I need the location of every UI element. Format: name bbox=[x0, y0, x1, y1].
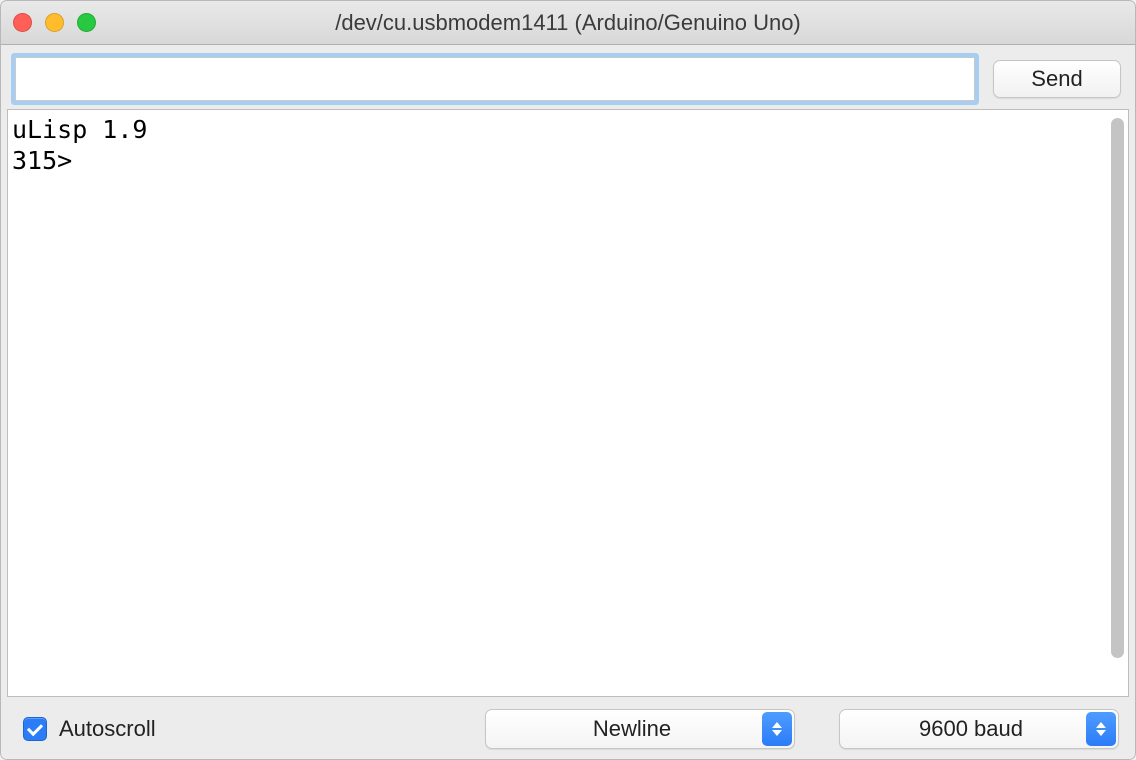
maximize-icon[interactable] bbox=[77, 13, 96, 32]
bottom-bar: Autoscroll Newline 9600 baud bbox=[1, 703, 1135, 759]
updown-arrows-icon bbox=[762, 712, 792, 746]
window-title: /dev/cu.usbmodem1411 (Arduino/Genuino Un… bbox=[1, 10, 1135, 36]
updown-arrows-icon bbox=[1086, 712, 1116, 746]
send-button[interactable]: Send bbox=[993, 60, 1121, 98]
baud-rate-select[interactable]: 9600 baud bbox=[839, 709, 1119, 749]
baud-rate-value: 9600 baud bbox=[858, 716, 1118, 742]
serial-input[interactable] bbox=[15, 57, 975, 101]
minimize-icon[interactable] bbox=[45, 13, 64, 32]
autoscroll-checkbox-wrap[interactable]: Autoscroll bbox=[23, 716, 156, 742]
input-row: Send bbox=[1, 45, 1135, 109]
serial-output-text: uLisp 1.9 315> bbox=[8, 110, 1128, 181]
line-ending-select[interactable]: Newline bbox=[485, 709, 795, 749]
close-icon[interactable] bbox=[13, 13, 32, 32]
scrollbar-thumb[interactable] bbox=[1111, 118, 1124, 658]
traffic-lights bbox=[13, 13, 96, 32]
titlebar: /dev/cu.usbmodem1411 (Arduino/Genuino Un… bbox=[1, 1, 1135, 45]
serial-output-area[interactable]: uLisp 1.9 315> bbox=[7, 109, 1129, 697]
line-ending-value: Newline bbox=[504, 716, 794, 742]
autoscroll-label: Autoscroll bbox=[59, 716, 156, 742]
autoscroll-checkbox[interactable] bbox=[23, 717, 47, 741]
checkmark-icon bbox=[27, 719, 43, 735]
serial-monitor-window: /dev/cu.usbmodem1411 (Arduino/Genuino Un… bbox=[0, 0, 1136, 760]
